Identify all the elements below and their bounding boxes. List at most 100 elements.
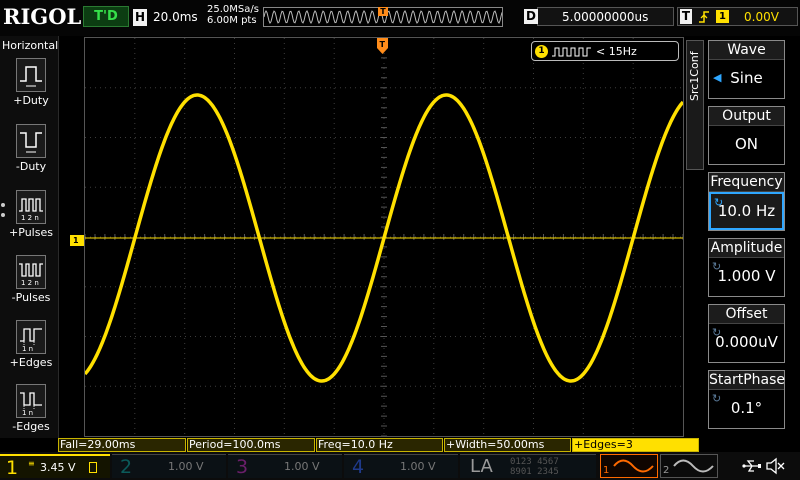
softkey-amplitude-value: 1.000 V <box>717 267 776 285</box>
knob-icon: ↻ <box>714 196 724 209</box>
softkey-output[interactable]: Output ON <box>708 106 785 165</box>
positive-pulses-icon: 1 2 n <box>16 190 46 224</box>
usb-icon <box>742 460 761 472</box>
menu-item-falling-edges[interactable]: 1 n -Edges <box>7 384 55 433</box>
channel-3-scale: 1.00 V <box>284 460 320 473</box>
la-label: LA <box>470 456 493 477</box>
softkey-amplitude-label: Amplitude <box>709 239 784 258</box>
menu-item-positive-pulses[interactable]: 1 2 n +Pulses <box>7 190 55 239</box>
svg-text:1 n: 1 n <box>22 345 33 353</box>
select-arrow-icon: ◀ <box>713 71 722 84</box>
trigger-status[interactable]: T'D <box>83 6 129 27</box>
measurement-bar: Fall=29.00ms Period=100.0ms Freq=10.0 Hz… <box>58 438 800 452</box>
softkey-offset-value: 0.000uV <box>715 333 778 351</box>
top-status-bar: RIGOL T'D H 20.0ms 25.0MSa/s 6.00M pts T… <box>0 0 800 36</box>
softkey-wave-label: Wave <box>709 41 784 60</box>
channel-1-tab[interactable]: 1 ≡ 3.45 V <box>0 454 110 479</box>
svg-text:1 2 n: 1 2 n <box>21 279 39 287</box>
menu-item-label: -Edges <box>12 420 50 433</box>
pulse-train-icon <box>552 47 591 57</box>
sine-wave-icon <box>673 459 714 473</box>
delay-value: 5.00000000us <box>562 10 649 24</box>
menu-item-label: -Duty <box>15 160 47 173</box>
falling-edges-icon: 1 n <box>16 384 46 418</box>
rising-edges-icon: 1 n <box>16 320 46 354</box>
source-config-label: Src1Conf <box>688 51 701 101</box>
softkey-frequency[interactable]: Frequency ↻ 10.0 Hz <box>708 172 785 231</box>
timebase-value[interactable]: 20.0ms <box>153 10 198 24</box>
right-softkey-panel: Src1Conf Wave ◀ Sine Output ON Frequency… <box>686 36 800 438</box>
trigger-position-marker: T <box>378 7 388 16</box>
softkey-offset[interactable]: Offset ↻ 0.000uV <box>708 304 785 363</box>
measurement-item[interactable]: Period=100.0ms <box>187 438 315 452</box>
positive-duty-icon <box>16 58 46 92</box>
softkey-frequency-label: Frequency <box>709 173 784 192</box>
source-2-button[interactable]: 2 <box>660 454 718 478</box>
source-1-button[interactable]: 1 <box>600 454 658 478</box>
measurement-item[interactable]: +Width=50.00ms <box>444 438 571 452</box>
softkey-start-phase[interactable]: StartPhase ↻ 0.1° <box>708 370 785 429</box>
channel-4-scale: 1.00 V <box>400 460 436 473</box>
source-2-number: 2 <box>663 465 670 476</box>
channel-4-number: 4 <box>352 456 365 478</box>
menu-item-rising-edges[interactable]: 1 n +Edges <box>7 320 55 369</box>
menu-item-label: -Pulses <box>11 291 51 304</box>
menu-item-negative-pulses[interactable]: 1 2 n -Pulses <box>7 255 55 304</box>
la-digits-top: 0123 4567 <box>510 457 559 467</box>
logic-analyzer-tab[interactable]: LA 0123 4567 8901 2345 <box>460 454 596 478</box>
speaker-muted-icon[interactable] <box>765 457 785 475</box>
menu-item-label: +Pulses <box>9 226 53 239</box>
menu-item-label: +Edges <box>9 356 53 369</box>
measurement-item[interactable]: Freq=10.0 Hz <box>316 438 443 452</box>
softkey-frequency-value: 10.0 Hz <box>717 202 776 220</box>
negative-pulses-icon: 1 2 n <box>16 255 46 289</box>
page-dot-icon <box>1 203 5 207</box>
softkey-wave[interactable]: Wave ◀ Sine <box>708 40 785 99</box>
trigger-display[interactable]: T 1 0.00V <box>677 7 798 26</box>
trigger-level: 0.00V <box>744 10 779 24</box>
bw-limit-icon <box>89 462 97 473</box>
softkey-start-phase-label: StartPhase <box>709 371 786 390</box>
sample-rate: 25.0MSa/s <box>207 4 259 15</box>
measurement-item-selected[interactable]: +Edges=3 <box>572 438 699 452</box>
la-digits-bottom: 8901 2345 <box>510 467 559 477</box>
softkey-amplitude[interactable]: Amplitude ↻ 1.000 V <box>708 238 785 297</box>
frequency-counter[interactable]: 1 < 15Hz <box>531 41 679 61</box>
channel-3-tab[interactable]: 3 1.00 V <box>228 454 342 478</box>
channel-2-scale: 1.00 V <box>168 460 204 473</box>
channel-4-tab[interactable]: 4 1.00 V <box>344 454 458 478</box>
svg-text:1 n: 1 n <box>22 409 33 417</box>
knob-icon: ↻ <box>712 392 722 405</box>
channel-2-number: 2 <box>120 456 133 478</box>
ch1-waveform <box>85 93 683 383</box>
softkey-output-value: ON <box>709 126 784 164</box>
menu-item-positive-duty[interactable]: +Duty <box>7 58 55 107</box>
brand-logo: RIGOL <box>3 4 82 29</box>
source-config-tab[interactable]: Src1Conf <box>686 40 704 170</box>
trigger-position-icon[interactable]: T <box>377 38 388 54</box>
knob-icon: ↻ <box>712 326 722 339</box>
waveform-display[interactable] <box>84 37 684 437</box>
channel-2-tab[interactable]: 2 1.00 V <box>112 454 226 478</box>
negative-duty-icon <box>16 124 46 158</box>
left-menu: Horizontal +Duty -Duty 1 2 n +Pulses 1 2… <box>0 36 59 438</box>
rising-edge-icon <box>699 11 709 23</box>
softkey-offset-label: Offset <box>709 305 784 324</box>
ch1-offset-marker[interactable]: 1 <box>70 235 84 246</box>
channel-3-number: 3 <box>236 456 249 478</box>
menu-item-label: +Duty <box>13 94 49 107</box>
horizontal-letter: H <box>133 9 147 26</box>
channel-1-scale: 3.45 V <box>40 461 76 474</box>
softkey-wave-value: Sine <box>730 69 763 87</box>
memory-depth: 6.00M pts <box>207 15 257 26</box>
delay-display[interactable]: D 5.00000000us <box>524 7 674 26</box>
channel-1-number: 1 <box>6 457 19 479</box>
channel-bar: 1 ≡ 3.45 V 2 1.00 V 3 1.00 V 4 1.00 V LA… <box>0 452 800 480</box>
measurement-item[interactable]: Fall=29.00ms <box>58 438 186 452</box>
counter-value: < 15Hz <box>596 45 637 58</box>
left-menu-title: Horizontal <box>2 39 59 52</box>
dc-coupling-icon: ≡ <box>28 459 35 468</box>
menu-item-negative-duty[interactable]: -Duty <box>7 124 55 173</box>
counter-channel-badge: 1 <box>535 45 548 58</box>
svg-text:T: T <box>380 40 386 49</box>
